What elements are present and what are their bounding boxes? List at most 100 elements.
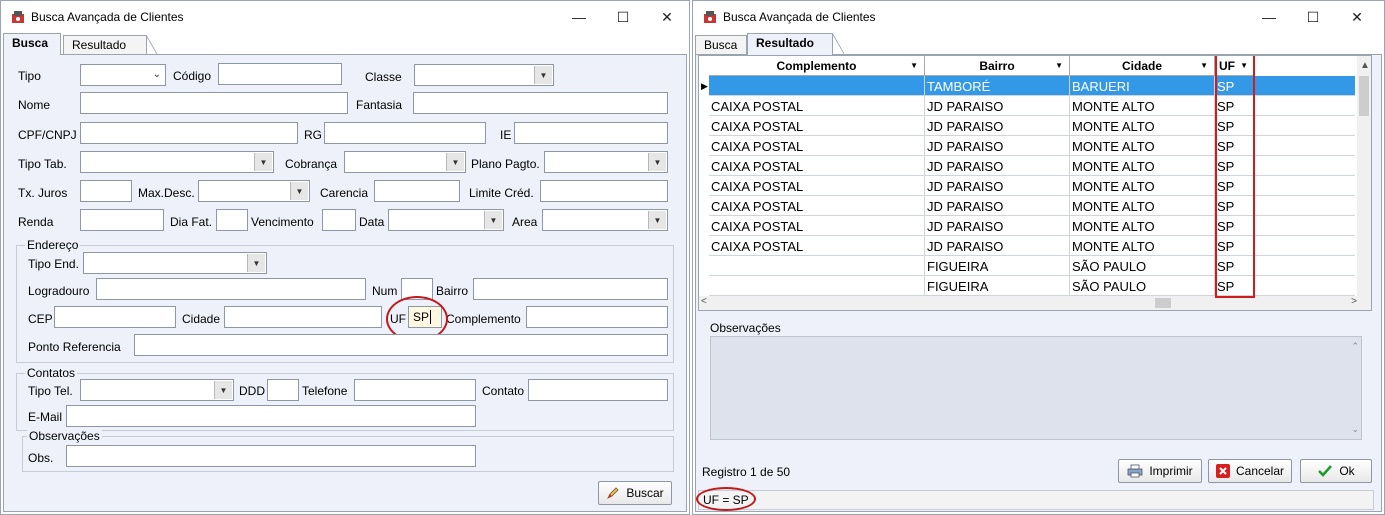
tipo-tab-select[interactable]: ▼ [80,151,274,173]
tab-resultado[interactable]: Resultado [747,33,844,55]
table-cell: JD PARAISO [925,136,1070,156]
result-grid[interactable]: Complemento ▼ Bairro ▼ Cidade ▼ UF ▼ TAMBORÉ… [698,55,1372,311]
label-vencimento: Vencimento [251,215,314,229]
buscar-button[interactable]: Buscar [598,481,672,505]
fantasia-field[interactable] [413,92,668,114]
table-cell-empty [1255,156,1355,176]
scroll-thumb[interactable] [1155,298,1171,308]
cep-field[interactable] [54,306,176,328]
minimize-icon[interactable]: — [559,5,599,29]
table-row[interactable]: CAIXA POSTAL JD PARAISO MONTE ALTO SP [699,176,1355,196]
chevron-down-icon: ▼ [254,153,272,171]
table-cell: SÃO PAULO [1070,256,1215,276]
tab-resultado[interactable]: Resultado [63,35,158,56]
rg-field[interactable] [324,122,486,144]
tipo-end-select[interactable]: ▼ [83,252,267,274]
vertical-scrollbar[interactable]: ▲ [1357,56,1371,310]
codigo-field[interactable] [218,63,342,85]
close-icon[interactable]: ✕ [647,5,687,29]
tx-juros-field[interactable] [80,180,132,202]
table-cell: JD PARAISO [925,216,1070,236]
ok-button[interactable]: Ok [1300,459,1372,483]
limite-field[interactable] [540,180,668,202]
ddd-field[interactable] [267,379,299,401]
column-header-complemento[interactable]: Complemento ▼ [709,56,925,76]
logradouro-field[interactable] [96,278,366,300]
table-row[interactable]: FIGUEIRA SÃO PAULO SP [699,256,1355,276]
scroll-thumb[interactable] [1359,76,1369,116]
label-num: Num [372,284,398,298]
dia-fat-field[interactable] [216,209,248,231]
chevron-down-icon: ▼ [648,211,666,229]
obs-field[interactable] [66,445,476,467]
table-cell: CAIXA POSTAL [709,116,925,136]
table-row[interactable]: CAIXA POSTAL JD PARAISO MONTE ALTO SP [699,156,1355,176]
cobranca-select[interactable]: ▼ [344,151,466,173]
table-row[interactable]: CAIXA POSTAL JD PARAISO MONTE ALTO SP [699,196,1355,216]
scroll-up-icon[interactable]: ▲ [1360,60,1370,71]
label-tipo-end: Tipo End. [28,257,79,271]
chevron-down-icon: ▼ [214,381,232,399]
column-header-cidade[interactable]: Cidade ▼ [1070,56,1215,76]
tipo-select[interactable]: ⌄ [80,64,166,86]
scroll-left-icon[interactable]: < [701,296,707,307]
tab-busca[interactable]: Busca [695,35,747,55]
table-cell: MONTE ALTO [1070,96,1215,116]
carencia-field[interactable] [374,180,460,202]
table-cell-empty [1255,196,1355,216]
cancelar-button[interactable]: Cancelar [1208,459,1292,483]
chevron-down-icon: ⌄ [152,69,161,80]
table-row[interactable]: CAIXA POSTAL JD PARAISO MONTE ALTO SP [699,96,1355,116]
app-icon [12,11,24,23]
chevron-down-icon: ▼ [290,182,308,200]
cidade-field[interactable] [224,306,382,328]
ponto-ref-field[interactable] [134,334,668,356]
contato-field[interactable] [528,379,668,401]
nome-field[interactable] [80,92,348,114]
ie-field[interactable] [514,122,668,144]
table-row[interactable]: CAIXA POSTAL JD PARAISO MONTE ALTO SP [699,136,1355,156]
observacoes-textarea[interactable]: ⌃ ⌄ [710,336,1362,440]
table-row[interactable]: TAMBORÉ BARUERI SP [699,76,1355,96]
renda-field[interactable] [80,209,164,231]
table-cell: JD PARAISO [925,116,1070,136]
table-cell: CAIXA POSTAL [709,96,925,116]
table-cell: JD PARAISO [925,156,1070,176]
minimize-icon[interactable]: — [1249,5,1289,29]
tab-busca[interactable]: Busca [3,33,61,55]
close-icon[interactable]: ✕ [1337,5,1377,29]
complemento-field[interactable] [526,306,668,328]
label-obs: Obs. [28,451,54,465]
plano-select[interactable]: ▼ [544,151,668,173]
table-cell: BARUERI [1070,76,1215,96]
table-row[interactable]: CAIXA POSTAL JD PARAISO MONTE ALTO SP [699,116,1355,136]
table-row[interactable]: CAIXA POSTAL JD PARAISO MONTE ALTO SP [699,236,1355,256]
horizontal-scrollbar[interactable]: < > [699,296,1359,310]
cpf-field[interactable] [80,122,298,144]
table-row[interactable]: CAIXA POSTAL JD PARAISO MONTE ALTO SP [699,216,1355,236]
maximize-icon[interactable]: ☐ [1293,5,1333,29]
table-cell [709,76,925,96]
label-tipo-tel: Tipo Tel. [28,384,73,398]
telefone-field[interactable] [354,379,476,401]
area-select[interactable]: ▼ [542,209,668,231]
data-select[interactable]: ▼ [388,209,504,231]
label-dia-fat: Dia Fat. [170,215,213,229]
chevron-down-icon: ▼ [484,211,502,229]
bairro-field[interactable] [473,278,668,300]
maximize-icon[interactable]: ☐ [603,5,643,29]
column-header-bairro[interactable]: Bairro ▼ [925,56,1070,76]
vencimento-field[interactable] [322,209,356,231]
email-field[interactable] [66,405,476,427]
scroll-right-icon[interactable]: > [1351,296,1357,307]
table-cell: CAIXA POSTAL [709,156,925,176]
max-desc-select[interactable]: ▼ [198,180,310,202]
label-cpf: CPF/CNPJ [18,128,77,142]
tipo-tel-select[interactable]: ▼ [80,379,234,401]
classe-select[interactable]: ▼ [414,64,554,86]
tab-bar: Busca Resultado [695,33,1382,55]
imprimir-button[interactable]: Imprimir [1118,459,1202,483]
app-icon [704,11,716,23]
result-window: Busca Avançada de Clientes — ☐ ✕ Busca R… [692,0,1385,515]
table-row[interactable]: FIGUEIRA SÃO PAULO SP [699,276,1355,296]
